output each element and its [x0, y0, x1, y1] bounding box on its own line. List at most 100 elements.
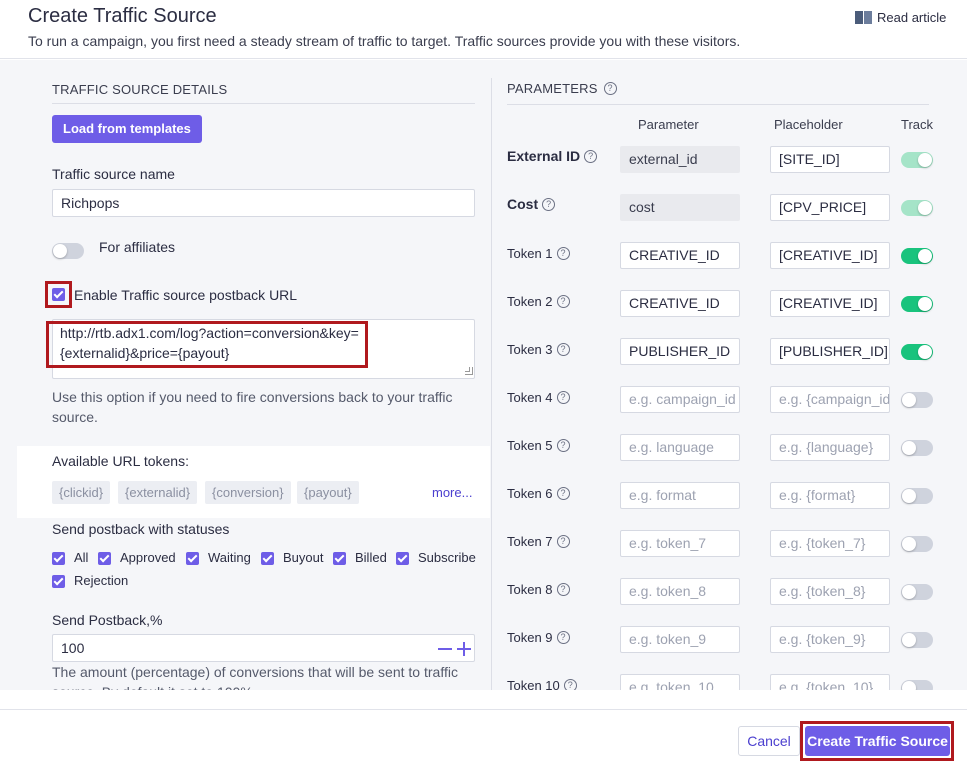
postback-help-text: Use this option if you need to fire conv… — [52, 389, 453, 425]
toggle-knob — [918, 153, 932, 167]
placeholder-input[interactable]: e.g. {language} — [770, 434, 890, 461]
toggle-knob — [918, 201, 932, 215]
column-header-track: Track — [901, 117, 934, 132]
token-chip[interactable]: {clickid} — [52, 481, 111, 504]
help-icon[interactable]: ? — [563, 679, 577, 690]
track-toggle[interactable] — [901, 536, 933, 552]
toggle-knob — [902, 681, 916, 690]
for-affiliates-toggle[interactable] — [52, 243, 84, 259]
track-toggle[interactable] — [901, 584, 933, 600]
help-icon[interactable]: ? — [556, 391, 570, 404]
modal-footer: Cancel Create Traffic Source — [0, 709, 967, 767]
help-icon[interactable]: ? — [556, 295, 570, 308]
increment-icon-vertical — [463, 642, 465, 656]
placeholder-input[interactable]: e.g. {campaign_id} — [770, 386, 890, 413]
modal-body: TRAFFIC SOURCE DETAILS Load from templat… — [0, 60, 967, 690]
placeholder-input[interactable]: e.g. {token_10} — [770, 674, 890, 690]
status-checkbox-billed[interactable] — [333, 552, 346, 565]
toggle-knob — [902, 633, 916, 647]
status-checkbox-approved[interactable] — [98, 552, 111, 565]
parameter-input[interactable]: PUBLISHER_ID — [620, 338, 740, 365]
cancel-button[interactable]: Cancel — [738, 726, 800, 756]
placeholder-input[interactable]: e.g. {token_7} — [770, 530, 890, 557]
decrement-icon[interactable] — [438, 648, 452, 650]
help-icon[interactable]: ? — [603, 82, 617, 95]
placeholder-input[interactable]: [PUBLISHER_ID] — [770, 338, 890, 365]
status-checkbox-buyout[interactable] — [261, 552, 274, 565]
highlight-box — [46, 321, 368, 368]
load-from-templates-button[interactable]: Load from templates — [52, 115, 202, 143]
placeholder-input[interactable]: e.g. {token_9} — [770, 626, 890, 653]
parameter-input[interactable]: CREATIVE_ID — [620, 290, 740, 317]
resize-handle[interactable] — [465, 367, 473, 375]
token-chip[interactable]: {payout} — [297, 481, 359, 504]
parameter-row-label: Token 9? — [507, 630, 570, 645]
parameter-input[interactable]: e.g. format — [620, 482, 740, 509]
status-checkbox-rejection[interactable] — [52, 575, 65, 588]
status-label: Rejection — [74, 573, 129, 588]
statuses-label: Send postback with statuses — [52, 521, 230, 537]
parameter-input[interactable]: e.g. token_7 — [620, 530, 740, 557]
column-divider — [491, 78, 492, 690]
help-icon[interactable]: ? — [542, 197, 556, 211]
parameter-row-label: Cost? — [507, 196, 556, 212]
column-header-placeholder: Placeholder — [774, 117, 843, 132]
track-toggle[interactable] — [901, 680, 933, 690]
placeholder-input[interactable]: [CREATIVE_ID] — [770, 290, 890, 317]
parameter-row-label: External ID? — [507, 148, 598, 164]
token-chip[interactable]: {externalid} — [118, 481, 198, 504]
for-affiliates-label: For affiliates — [99, 239, 175, 255]
placeholder-input[interactable]: [CREATIVE_ID] — [770, 242, 890, 269]
parameter-row-label-text: Token 1 — [507, 246, 553, 261]
read-article-link[interactable]: Read article — [855, 10, 946, 25]
track-toggle[interactable] — [901, 248, 933, 264]
placeholder-input[interactable]: [CPV_PRICE] — [770, 194, 890, 221]
read-article-label: Read article — [877, 10, 947, 25]
percent-help-text: The amount (percentage) of conversions t… — [52, 664, 458, 690]
parameter-row-label: Token 8? — [507, 582, 570, 597]
help-icon[interactable]: ? — [556, 439, 570, 452]
placeholder-input[interactable]: e.g. {format} — [770, 482, 890, 509]
status-checkbox-subscribe[interactable] — [396, 552, 409, 565]
parameter-input[interactable]: CREATIVE_ID — [620, 242, 740, 269]
toggle-knob — [902, 537, 916, 551]
page-subtitle: To run a campaign, you first need a stea… — [28, 33, 741, 49]
placeholder-input[interactable]: [SITE_ID] — [770, 146, 890, 173]
parameter-input[interactable]: e.g. token_10 — [620, 674, 740, 690]
track-toggle[interactable] — [901, 440, 933, 456]
track-toggle[interactable] — [901, 344, 933, 360]
status-checkbox-waiting[interactable] — [186, 552, 199, 565]
track-toggle[interactable] — [901, 296, 933, 312]
help-icon[interactable]: ? — [556, 631, 570, 644]
placeholder-input[interactable]: e.g. {token_8} — [770, 578, 890, 605]
enable-postback-label: Enable Traffic source postback URL — [74, 287, 298, 303]
help-icon[interactable]: ? — [556, 535, 570, 548]
parameter-row-label-text: External ID — [507, 148, 581, 164]
help-icon[interactable]: ? — [556, 247, 570, 260]
parameter-input[interactable]: e.g. token_8 — [620, 578, 740, 605]
status-checkbox-all[interactable] — [52, 552, 65, 565]
track-toggle[interactable] — [901, 488, 933, 504]
help-icon[interactable]: ? — [556, 343, 570, 356]
parameter-input[interactable]: e.g. token_9 — [620, 626, 740, 653]
parameter-input: cost — [620, 194, 740, 221]
toggle-knob — [918, 249, 932, 263]
parameter-row-label: Token 4? — [507, 390, 570, 405]
parameter-input[interactable]: e.g. campaign_id — [620, 386, 740, 413]
token-chip[interactable]: {conversion} — [205, 481, 291, 504]
status-label: Billed — [355, 550, 387, 565]
send-postback-percent-input[interactable]: 100 — [52, 634, 475, 662]
more-tokens-link[interactable]: more... — [432, 485, 472, 500]
help-icon[interactable]: ? — [556, 487, 570, 500]
toggle-knob — [918, 297, 932, 311]
parameter-row-label-text: Token 6 — [507, 486, 553, 501]
parameter-row-label: Token 6? — [507, 486, 570, 501]
track-toggle[interactable] — [901, 632, 933, 648]
help-icon[interactable]: ? — [584, 149, 598, 163]
help-icon[interactable]: ? — [556, 583, 570, 596]
track-toggle[interactable] — [901, 392, 933, 408]
toggle-knob — [918, 345, 932, 359]
traffic-source-name-input[interactable]: Richpops — [52, 189, 475, 217]
parameter-input[interactable]: e.g. language — [620, 434, 740, 461]
details-section-title: TRAFFIC SOURCE DETAILS — [52, 82, 228, 97]
